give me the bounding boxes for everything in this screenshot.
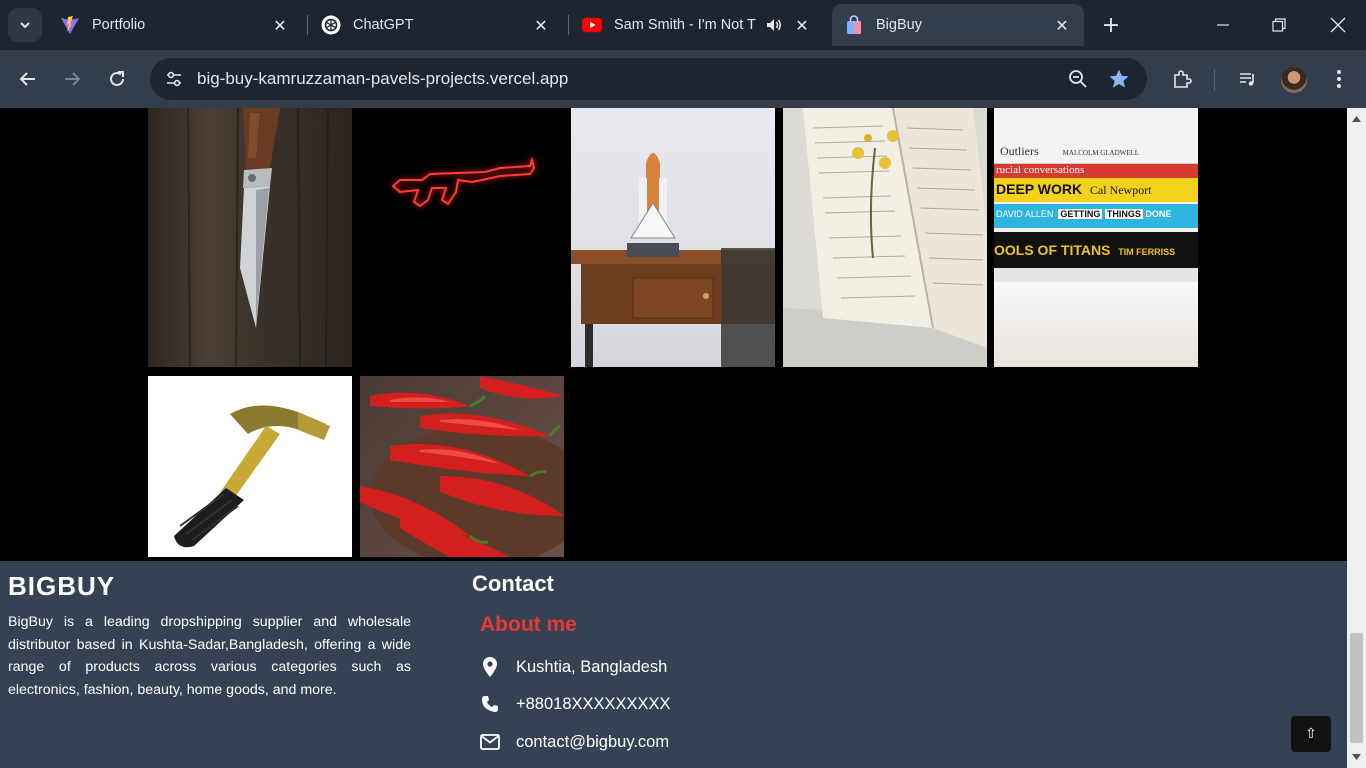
spine-author: MALCOLM GLADWELL xyxy=(1062,149,1140,157)
back-button[interactable] xyxy=(12,63,44,95)
new-tab-button[interactable]: + xyxy=(1096,10,1126,40)
book-spine-deep-work: DEEP WORK Cal Newport xyxy=(994,178,1198,202)
site-settings-icon[interactable] xyxy=(159,64,189,94)
arrow-left-icon xyxy=(19,72,35,86)
location-pin-icon xyxy=(480,656,500,678)
restore-button[interactable] xyxy=(1251,0,1307,50)
scroll-up-arrow-icon[interactable] xyxy=(1347,110,1366,127)
tab-divider xyxy=(568,15,569,35)
phone-icon xyxy=(480,693,500,715)
contact-heading: Contact xyxy=(472,571,554,596)
phone-text[interactable]: +88018XXXXXXXXX xyxy=(516,695,671,714)
page-scrollbar[interactable] xyxy=(1347,108,1366,768)
footer-brand: BIGBUY xyxy=(8,571,116,601)
vite-icon xyxy=(60,15,80,35)
bag-icon xyxy=(844,15,864,35)
tab-chatgpt[interactable]: ChatGPT ✕ xyxy=(309,4,563,46)
tab-close-icon[interactable]: ✕ xyxy=(1050,13,1074,37)
url-text: big-buy-kamruzzaman-pavels-projects.verc… xyxy=(197,69,569,88)
extensions-button[interactable] xyxy=(1166,63,1198,95)
spine-word: THINGS xyxy=(1104,209,1143,219)
tab-title: ChatGPT xyxy=(353,17,414,33)
tab-title: BigBuy xyxy=(876,17,922,33)
spine-title: Outliers xyxy=(1000,144,1039,158)
tab-close-icon[interactable]: ✕ xyxy=(529,13,553,37)
product-book-image[interactable] xyxy=(783,108,987,367)
scroll-to-top-button[interactable]: ⇧ xyxy=(1291,716,1331,752)
spine-title: OOLS OF TITANS xyxy=(994,242,1111,258)
profile-avatar[interactable] xyxy=(1281,67,1307,93)
browser-toolbar: big-buy-kamruzzaman-pavels-projects.verc… xyxy=(0,50,1366,108)
window-close-button[interactable] xyxy=(1310,0,1366,50)
product-books-stack-image[interactable]: Outliers MALCOLM GLADWELL rucial convers… xyxy=(994,108,1198,367)
zoom-icon[interactable] xyxy=(1064,65,1092,93)
book-spine-crucial: rucial conversations xyxy=(994,164,1198,178)
spine-word: DONE xyxy=(1145,209,1172,219)
toolbar-divider xyxy=(1214,69,1215,91)
tab-close-icon[interactable]: ✕ xyxy=(790,13,814,37)
reload-icon xyxy=(110,71,124,86)
chevron-down-icon xyxy=(20,22,30,29)
spine-author: Cal Newport xyxy=(1089,183,1152,197)
about-me-link[interactable]: About me xyxy=(480,613,577,637)
tab-youtube[interactable]: Sam Smith - I'm Not T ✕ xyxy=(570,4,824,46)
restore-icon xyxy=(1272,18,1286,32)
product-neon-rifle-image[interactable] xyxy=(360,108,564,367)
minimize-icon xyxy=(1217,24,1229,26)
arrow-up-icon: ⇧ xyxy=(1305,726,1317,742)
tab-bigbuy[interactable]: BigBuy ✕ xyxy=(832,4,1084,46)
spine-title: DEEP WORK xyxy=(996,181,1083,197)
tab-bar: Portfolio ✕ ChatGPT ✕ Sam Smith - I'm No… xyxy=(0,0,1366,50)
address-text: Kushtia, Bangladesh xyxy=(516,657,668,676)
shelf-wall xyxy=(994,282,1198,367)
tab-title: Sam Smith - I'm Not T xyxy=(614,17,756,33)
tab-title: Portfolio xyxy=(92,17,146,33)
site-footer: BIGBUY BigBuy is a leading dropshipping … xyxy=(0,561,1347,768)
contact-address: Kushtia, Bangladesh xyxy=(480,656,667,678)
speaker-icon[interactable] xyxy=(764,15,784,35)
more-vertical-icon xyxy=(1337,70,1341,88)
email-text[interactable]: contact@bigbuy.com xyxy=(516,733,669,752)
browser-menu-button[interactable] xyxy=(1323,63,1355,95)
arrow-right-icon xyxy=(65,72,81,86)
shelf-surface xyxy=(994,268,1198,282)
address-bar[interactable]: big-buy-kamruzzaman-pavels-projects.verc… xyxy=(150,58,1147,100)
scroll-down-arrow-icon[interactable] xyxy=(1347,748,1366,765)
product-knife-image[interactable] xyxy=(148,108,352,367)
book-spine-gtd: DAVID ALLEN GETTING THINGS DONE xyxy=(994,204,1198,228)
tab-search-button[interactable] xyxy=(8,8,42,42)
bookmark-star-icon[interactable] xyxy=(1105,65,1133,93)
close-icon xyxy=(1330,17,1346,33)
contact-phone: +88018XXXXXXXXX xyxy=(480,693,671,715)
youtube-icon xyxy=(582,15,602,35)
footer-about-text: BigBuy is a leading dropshipping supplie… xyxy=(8,614,411,698)
page-viewport: Outliers MALCOLM GLADWELL rucial convers… xyxy=(0,108,1347,768)
contact-email: contact@bigbuy.com xyxy=(480,731,669,753)
spine-author: DAVID ALLEN xyxy=(996,209,1054,219)
tab-close-icon[interactable]: ✕ xyxy=(268,13,292,37)
puzzle-icon xyxy=(1174,70,1192,88)
product-chili-image[interactable] xyxy=(360,376,564,557)
book-spine-outliers: Outliers MALCOLM GLADWELL xyxy=(994,142,1198,164)
book-spine-tools-of-titans: OOLS OF TITANS TIM FERRISS xyxy=(994,232,1198,268)
minimize-button[interactable] xyxy=(1195,0,1251,50)
queue-music-icon xyxy=(1240,73,1254,86)
product-hammer-image[interactable] xyxy=(148,376,352,557)
spine-author: TIM FERRISS xyxy=(1118,247,1176,257)
tab-divider xyxy=(307,15,308,35)
product-shuttle-image[interactable] xyxy=(571,108,775,367)
reload-button[interactable] xyxy=(101,63,133,95)
chatgpt-icon xyxy=(321,15,341,35)
scrollbar-thumb[interactable] xyxy=(1350,633,1363,743)
tab-portfolio[interactable]: Portfolio ✕ xyxy=(48,4,302,46)
media-control-button[interactable] xyxy=(1232,63,1264,95)
forward-button[interactable] xyxy=(56,63,88,95)
mail-icon xyxy=(480,731,500,753)
spine-word: GETTING xyxy=(1058,209,1103,219)
